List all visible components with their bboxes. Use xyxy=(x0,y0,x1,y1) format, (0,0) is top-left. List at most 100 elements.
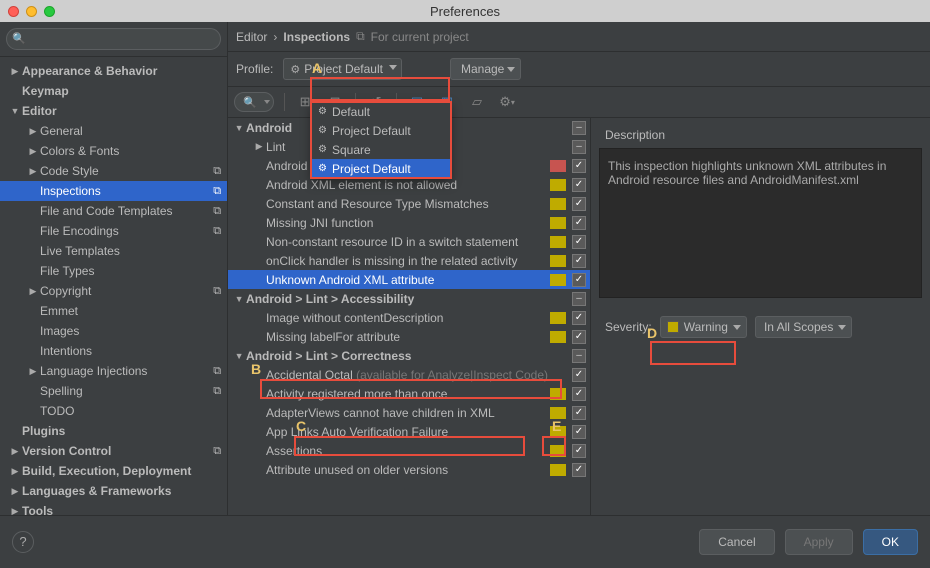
sidebar-item-label: Code Style xyxy=(40,164,213,178)
settings-search-input[interactable] xyxy=(6,28,221,50)
inspection-checkbox[interactable] xyxy=(572,273,586,287)
inspection-checkbox[interactable] xyxy=(572,254,586,268)
inspection-checkbox[interactable] xyxy=(572,349,586,363)
window-controls[interactable] xyxy=(8,6,55,17)
inspection-row[interactable]: Unknown Android XML attribute xyxy=(228,270,590,289)
inspection-row[interactable]: Assertions xyxy=(228,441,590,460)
eraser-icon[interactable]: ▱ xyxy=(467,92,487,112)
profile-option[interactable]: ⚙Project Default xyxy=(312,121,450,140)
sidebar-item[interactable]: ▶Version Control⧉ xyxy=(0,441,227,461)
sidebar-item[interactable]: TODO xyxy=(0,401,227,421)
sidebar-item[interactable]: Keymap xyxy=(0,81,227,101)
inspection-row[interactable]: Missing labelFor attribute xyxy=(228,327,590,346)
sidebar-item[interactable]: ▶Build, Execution, Deployment xyxy=(0,461,227,481)
inspection-row[interactable]: AdapterViews cannot have children in XML xyxy=(228,403,590,422)
inspection-checkbox[interactable] xyxy=(572,292,586,306)
inspection-checkbox[interactable] xyxy=(572,444,586,458)
severity-indicator xyxy=(550,217,566,229)
close-icon[interactable] xyxy=(8,6,19,17)
minimize-icon[interactable] xyxy=(26,6,37,17)
sidebar-item[interactable]: Images xyxy=(0,321,227,341)
sidebar-item[interactable]: ▶Languages & Frameworks xyxy=(0,481,227,501)
inspection-checkbox[interactable] xyxy=(572,216,586,230)
sidebar-item[interactable]: ▼Editor xyxy=(0,101,227,121)
help-button[interactable]: ? xyxy=(12,531,34,553)
inspection-checkbox[interactable] xyxy=(572,140,586,154)
breadcrumb-editor[interactable]: Editor xyxy=(236,30,267,44)
inspection-row[interactable]: ▼Android > Lint > Accessibility xyxy=(228,289,590,308)
apply-button[interactable]: Apply xyxy=(785,529,853,555)
settings-tree[interactable]: ▶Appearance & BehaviorKeymap▼Editor▶Gene… xyxy=(0,57,227,515)
sidebar-item[interactable]: Emmet xyxy=(0,301,227,321)
sidebar-item[interactable]: File Encodings⧉ xyxy=(0,221,227,241)
inspection-name: Assertions xyxy=(266,444,548,458)
inspection-row[interactable]: Image without contentDescription xyxy=(228,308,590,327)
inspection-row[interactable]: Activity registered more than once xyxy=(228,384,590,403)
sidebar-item[interactable]: ▶Copyright⧉ xyxy=(0,281,227,301)
warning-color-icon xyxy=(667,321,679,333)
profile-option[interactable]: ⚙Default xyxy=(312,102,450,121)
gear-icon[interactable]: ⚙▾ xyxy=(497,92,517,112)
scope-selector[interactable]: In All Scopes xyxy=(755,316,852,338)
sidebar-item[interactable]: ▶Tools xyxy=(0,501,227,515)
inspection-checkbox[interactable] xyxy=(572,235,586,249)
twisty-icon: ▶ xyxy=(26,146,40,157)
chevron-down-icon xyxy=(733,325,741,330)
inspection-checkbox[interactable] xyxy=(572,387,586,401)
twisty-icon: ▼ xyxy=(232,351,246,361)
sidebar-item-label: Colors & Fonts xyxy=(40,144,227,158)
inspection-checkbox[interactable] xyxy=(572,159,586,173)
twisty-icon: ▶ xyxy=(8,506,22,516)
inspection-checkbox[interactable] xyxy=(572,368,586,382)
sidebar-item[interactable]: ▶Code Style⧉ xyxy=(0,161,227,181)
inspection-row[interactable]: Attribute unused on older versions xyxy=(228,460,590,479)
inspection-checkbox[interactable] xyxy=(572,311,586,325)
sidebar-item[interactable]: Plugins xyxy=(0,421,227,441)
severity-indicator xyxy=(550,141,566,153)
sidebar-item[interactable]: Inspections⧉ xyxy=(0,181,227,201)
inspection-row[interactable]: ▼Android > Lint > Correctness xyxy=(228,346,590,365)
inspection-row[interactable]: Non-constant resource ID in a switch sta… xyxy=(228,232,590,251)
cancel-button[interactable]: Cancel xyxy=(699,529,774,555)
sidebar-item[interactable]: ▶Language Injections⧉ xyxy=(0,361,227,381)
profile-option[interactable]: ⚙Square xyxy=(312,140,450,159)
profile-dropdown[interactable]: ⚙Default⚙Project Default⚙Square⚙Project … xyxy=(311,101,451,179)
ok-button[interactable]: OK xyxy=(863,529,918,555)
inspection-checkbox[interactable] xyxy=(572,178,586,192)
inspection-checkbox[interactable] xyxy=(572,121,586,135)
sidebar-item[interactable]: File Types xyxy=(0,261,227,281)
severity-selector[interactable]: Warning xyxy=(660,316,747,338)
inspection-name: Missing labelFor attribute xyxy=(266,330,548,344)
profile-selector[interactable]: ⚙ Project Default xyxy=(283,58,402,80)
sidebar-item[interactable]: ▶Colors & Fonts xyxy=(0,141,227,161)
inspection-checkbox[interactable] xyxy=(572,463,586,477)
profile-option[interactable]: ⚙Project Default xyxy=(312,159,450,178)
inspection-search[interactable]: 🔍 xyxy=(234,92,274,112)
inspection-row[interactable]: onClick handler is missing in the relate… xyxy=(228,251,590,270)
inspection-row[interactable]: Accidental Octal (available for Analyze|… xyxy=(228,365,590,384)
sidebar-item-label: Build, Execution, Deployment xyxy=(22,464,227,478)
maximize-icon[interactable] xyxy=(44,6,55,17)
sidebar-item[interactable]: File and Code Templates⧉ xyxy=(0,201,227,221)
sidebar-item[interactable]: ▶General xyxy=(0,121,227,141)
sidebar-item[interactable]: Live Templates xyxy=(0,241,227,261)
inspection-checkbox[interactable] xyxy=(572,197,586,211)
inspection-checkbox[interactable] xyxy=(572,425,586,439)
severity-indicator xyxy=(550,160,566,172)
sidebar-item-label: Images xyxy=(40,324,227,338)
twisty-icon: ▶ xyxy=(252,141,266,152)
sidebar-item[interactable]: ▶Appearance & Behavior xyxy=(0,61,227,81)
twisty-icon: ▶ xyxy=(8,466,22,477)
inspection-row[interactable]: Missing JNI function xyxy=(228,213,590,232)
sidebar-item[interactable]: Spelling⧉ xyxy=(0,381,227,401)
sidebar-item-label: TODO xyxy=(40,404,227,418)
inspection-checkbox[interactable] xyxy=(572,406,586,420)
inspection-row[interactable]: App Links Auto Verification Failure xyxy=(228,422,590,441)
inspection-checkbox[interactable] xyxy=(572,330,586,344)
twisty-icon: ▶ xyxy=(26,166,40,177)
severity-indicator xyxy=(550,312,566,324)
twisty-icon: ▶ xyxy=(26,366,40,377)
manage-button[interactable]: Manage xyxy=(450,58,521,80)
sidebar-item[interactable]: Intentions xyxy=(0,341,227,361)
inspection-row[interactable]: Constant and Resource Type Mismatches xyxy=(228,194,590,213)
